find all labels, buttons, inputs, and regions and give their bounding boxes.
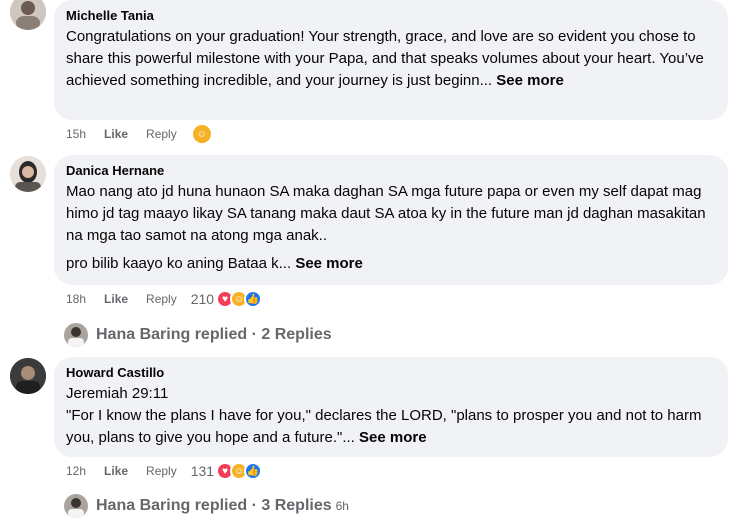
like-button[interactable]: Like xyxy=(104,292,128,306)
reaction-icons[interactable]: ☺ xyxy=(190,123,213,145)
comment-text: Jeremiah 29:11 "For I know the plans I h… xyxy=(66,383,716,449)
profile-photo-icon xyxy=(64,323,88,347)
care-reaction-icon: ☺ xyxy=(190,123,213,145)
view-replies-link[interactable]: Hana Baring replied · 2 Replies xyxy=(64,323,332,347)
see-more-link[interactable]: See more xyxy=(496,72,564,89)
like-button[interactable]: Like xyxy=(104,464,128,478)
commenter-name[interactable]: Michelle Tania xyxy=(66,8,716,24)
commenter-name[interactable]: Howard Castillo xyxy=(66,365,716,381)
avatar-hana-baring xyxy=(64,323,88,347)
avatar-hana-baring xyxy=(64,494,88,518)
reaction-count[interactable]: 210 xyxy=(191,291,214,307)
avatar-danica-hernane[interactable] xyxy=(10,156,46,192)
profile-photo-icon xyxy=(64,494,88,518)
reply-button[interactable]: Reply xyxy=(146,127,177,141)
comment-actions: 15h Like Reply ☺ xyxy=(66,123,213,145)
reply-button[interactable]: Reply xyxy=(146,292,177,306)
like-reaction-icon: 👍 xyxy=(244,290,263,308)
replies-label[interactable]: Hana Baring replied · 3 Replies xyxy=(96,497,332,515)
see-more-link[interactable]: See more xyxy=(295,255,363,272)
comment-paragraph: Congratulations on your graduation! Your… xyxy=(66,28,704,89)
reaction-count[interactable]: 131 xyxy=(191,463,214,479)
avatar-michelle-tania[interactable] xyxy=(10,0,46,30)
profile-photo-icon xyxy=(10,358,46,394)
profile-photo-icon xyxy=(10,156,46,192)
like-reaction-icon: 👍 xyxy=(244,462,263,480)
like-button[interactable]: Like xyxy=(104,127,128,141)
profile-photo-icon xyxy=(10,0,46,30)
comment-paragraph: Jeremiah 29:11 xyxy=(66,385,169,402)
view-replies-link[interactable]: Hana Baring replied · 3 Replies 6h xyxy=(64,494,349,518)
comment-bubble: Michelle Tania Congratulations on your g… xyxy=(54,0,728,120)
commenter-name[interactable]: Danica Hernane xyxy=(66,163,716,179)
comment-text: Mao nang ato jd huna hunaon SA maka dagh… xyxy=(66,181,716,275)
comment-paragraph: pro bilib kaayo ko aning Bataa k... xyxy=(66,255,292,272)
comment-timestamp[interactable]: 18h xyxy=(66,292,86,306)
comment-paragraph: Mao nang ato jd huna hunaon SA maka dagh… xyxy=(66,183,706,244)
comment-actions: 12h Like Reply 131 ♥ ☺ 👍 xyxy=(66,462,263,480)
comment-bubble: Danica Hernane Mao nang ato jd huna huna… xyxy=(54,155,728,285)
see-more-link[interactable]: See more xyxy=(359,429,427,446)
replies-label[interactable]: Hana Baring replied · 2 Replies xyxy=(96,326,332,344)
comment-actions: 18h Like Reply 210 ♥ ☺ 👍 xyxy=(66,290,263,308)
reaction-icons[interactable]: ♥ ☺ 👍 xyxy=(216,290,263,308)
comment-timestamp[interactable]: 15h xyxy=(66,127,86,141)
avatar-howard-castillo[interactable] xyxy=(10,358,46,394)
reaction-icons[interactable]: ♥ ☺ 👍 xyxy=(216,462,263,480)
comment-timestamp[interactable]: 12h xyxy=(66,464,86,478)
reply-timestamp[interactable]: 6h xyxy=(336,499,349,513)
comment-text: Congratulations on your graduation! Your… xyxy=(66,26,716,92)
comment-bubble: Howard Castillo Jeremiah 29:11 "For I kn… xyxy=(54,357,728,457)
reply-button[interactable]: Reply xyxy=(146,464,177,478)
